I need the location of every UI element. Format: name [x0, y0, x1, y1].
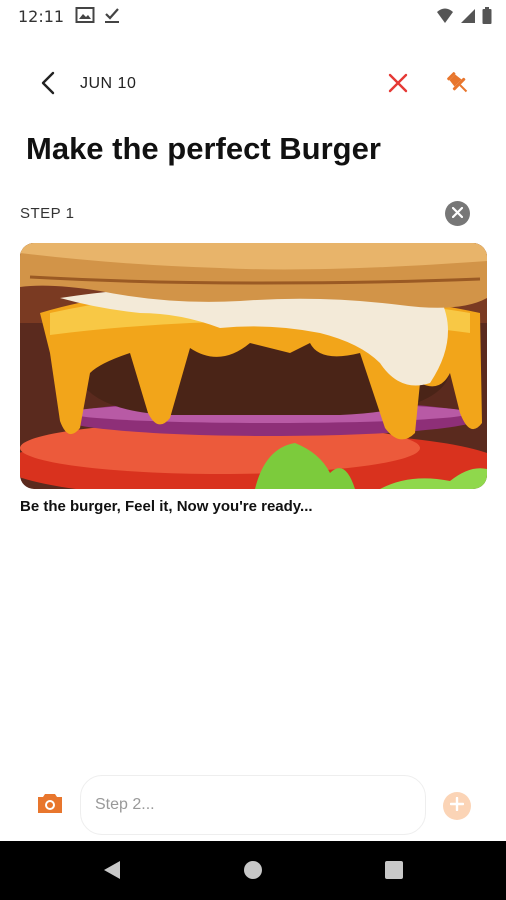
gallery-icon: [75, 6, 95, 29]
page-title[interactable]: Make the perfect Burger: [26, 131, 381, 167]
note-date: JUN 10: [80, 75, 137, 92]
check-icon: [103, 6, 121, 29]
recents-square-icon: [384, 860, 404, 885]
pin-button[interactable]: [440, 68, 476, 102]
signal-icon: [460, 8, 476, 29]
delete-button[interactable]: [382, 70, 414, 100]
battery-icon: [482, 7, 492, 29]
back-arrow-icon: [41, 71, 55, 100]
pin-icon: [444, 69, 472, 102]
close-icon: [451, 205, 464, 223]
nav-back-button[interactable]: [100, 860, 124, 884]
remove-step-button[interactable]: [445, 201, 470, 226]
nav-recents-button[interactable]: [382, 860, 406, 884]
step-text[interactable]: Be the burger, Feel it, Now you're ready…: [20, 498, 313, 515]
status-bar: 12:11: [0, 0, 506, 32]
step-label: STEP 1: [20, 205, 75, 222]
composer: [0, 768, 506, 840]
plus-icon: [449, 796, 465, 816]
burger-photo[interactable]: [20, 243, 487, 489]
camera-button[interactable]: [36, 792, 64, 818]
step-input[interactable]: [80, 775, 426, 835]
top-bar: JUN 10: [0, 58, 506, 112]
navigation-bar: [0, 841, 506, 900]
wifi-icon: [436, 8, 454, 29]
back-button[interactable]: [30, 70, 66, 100]
back-triangle-icon: [102, 859, 122, 886]
status-time: 12:11: [18, 7, 65, 26]
nav-home-button[interactable]: [241, 860, 265, 884]
close-icon: [388, 73, 408, 98]
camera-icon: [37, 792, 63, 819]
add-step-button[interactable]: [443, 792, 471, 820]
home-circle-icon: [242, 859, 264, 886]
